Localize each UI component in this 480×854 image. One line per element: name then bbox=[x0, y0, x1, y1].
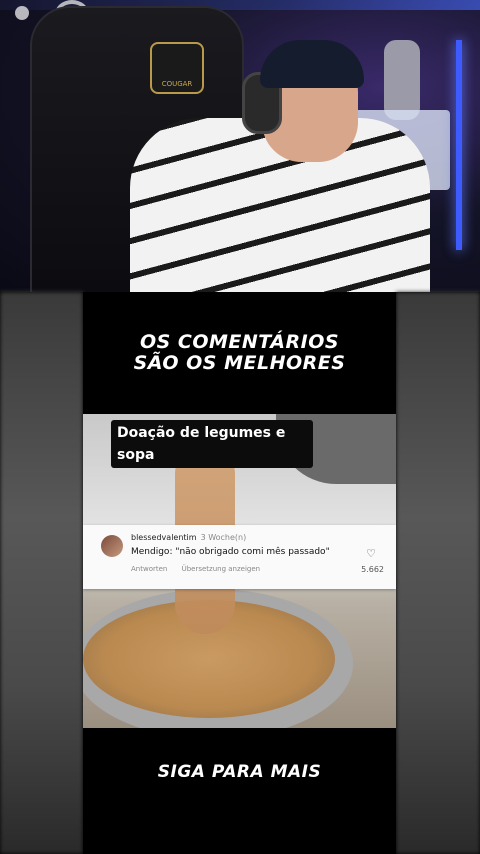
comment-actions: Antworten Übersetzung anzeigen bbox=[131, 565, 272, 573]
video-frame[interactable]: Doação de legumes e sopa blessedvalentim… bbox=[83, 414, 396, 728]
comment-card: blessedvalentim 3 Woche(n) Mendigo: "não … bbox=[83, 525, 396, 589]
content-stage: OS COMENTÁRIOS SÃO OS MELHORES 😂😂😂 Doaçã… bbox=[83, 292, 396, 854]
headline-line2: SÃO OS MELHORES bbox=[133, 352, 346, 374]
blurred-side-right bbox=[396, 292, 480, 854]
chair-brand: COUGAR bbox=[161, 80, 193, 88]
blurred-side-left bbox=[0, 292, 83, 854]
streamer-webcam: COUGAR bbox=[0, 0, 480, 292]
collectible-figure bbox=[384, 40, 420, 120]
comment-username[interactable]: blessedvalentim bbox=[131, 533, 197, 542]
comment-time: 3 Woche(n) bbox=[200, 533, 247, 542]
headline: OS COMENTÁRIOS SÃO OS MELHORES bbox=[83, 332, 396, 374]
chair-logo: COUGAR bbox=[150, 42, 204, 94]
headline-line1: OS COMENTÁRIOS bbox=[139, 331, 340, 353]
reply-link[interactable]: Antworten bbox=[131, 565, 167, 573]
ceiling-light bbox=[15, 6, 29, 20]
comment-header: blessedvalentim 3 Woche(n) bbox=[131, 533, 246, 542]
laughing-emojis: 😂😂😂 bbox=[207, 378, 272, 399]
call-to-action: SIGA PARA MAIS bbox=[157, 762, 322, 782]
cap bbox=[260, 40, 364, 88]
translate-link[interactable]: Übersetzung anzeigen bbox=[182, 565, 261, 573]
comment-text: Mendigo: "não obrigado comi mês passado" bbox=[131, 547, 330, 557]
heart-icon[interactable]: ♡ bbox=[366, 547, 376, 560]
neon-light-bar bbox=[456, 40, 462, 250]
video-caption: Doação de legumes e sopa bbox=[111, 420, 313, 468]
avatar[interactable] bbox=[101, 535, 123, 557]
like-count: 5.662 bbox=[361, 565, 384, 574]
